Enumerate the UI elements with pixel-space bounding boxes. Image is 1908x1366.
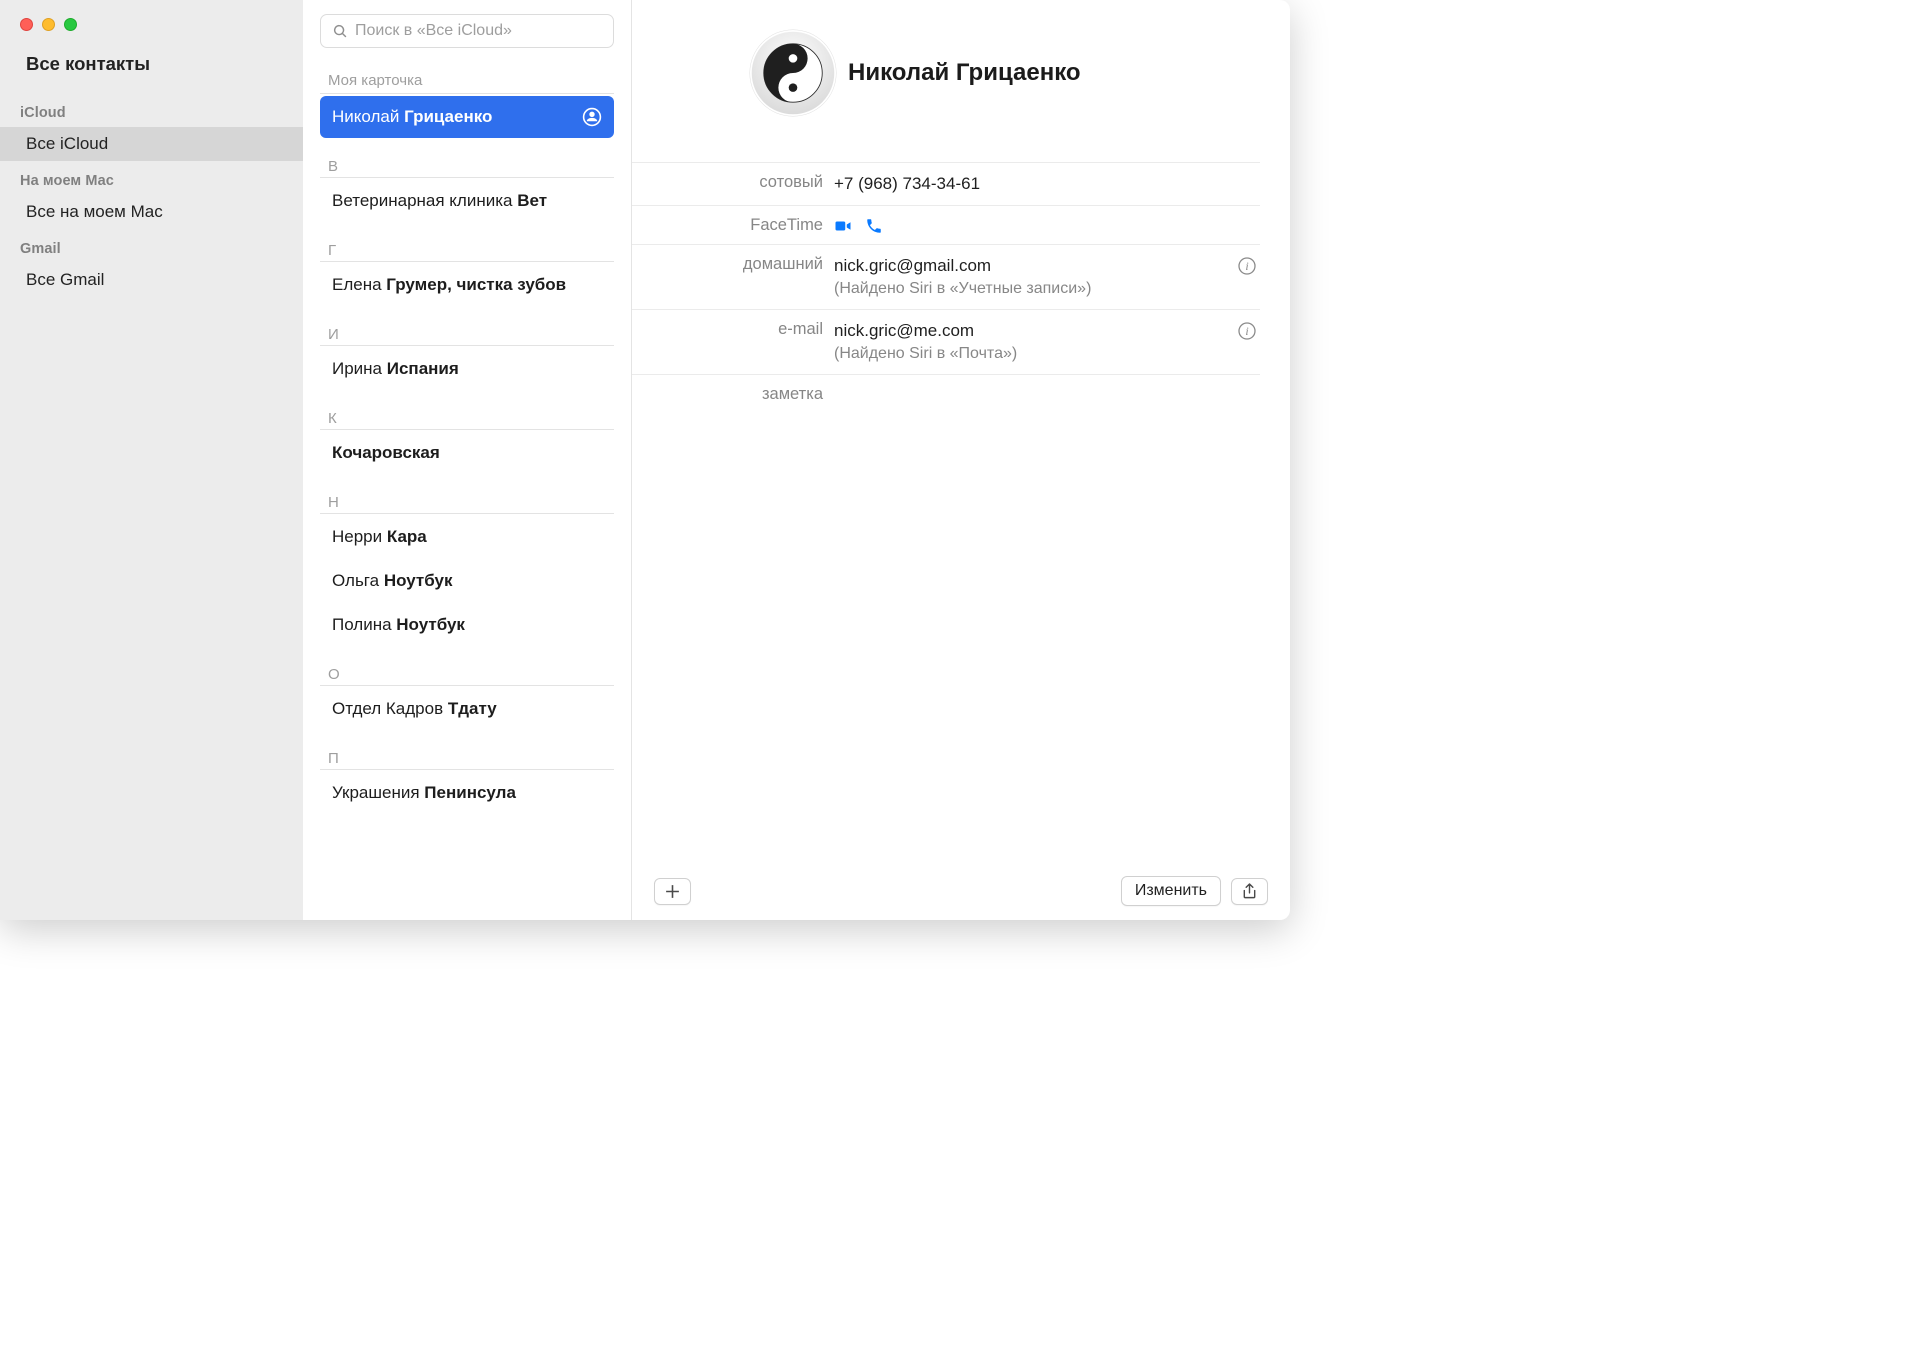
sidebar-title[interactable]: Все контакты	[0, 53, 303, 93]
svg-text:i: i	[1245, 324, 1248, 338]
contact-row[interactable]: Елена Грумер, чистка зубов	[320, 264, 614, 306]
sidebar-group-header-onmymac: На моем Mac	[0, 161, 303, 195]
field-email: e-mail nick.gric@me.com (Найдено Siri в …	[632, 309, 1260, 374]
edit-button[interactable]: Изменить	[1121, 876, 1221, 906]
contact-name: Николай Грицаенко	[848, 59, 1081, 87]
contact-list[interactable]: Моя карточка Николай Грицаенко В Ветерин…	[303, 62, 631, 920]
bottom-toolbar: Изменить	[632, 862, 1290, 920]
me-indicator-icon	[582, 107, 602, 127]
contact-header: Николай Грицаенко	[632, 0, 1290, 162]
field-value-source: (Найдено Siri в «Учетные записи»)	[834, 278, 1238, 300]
info-button[interactable]: i	[1238, 254, 1260, 275]
minimize-window-button[interactable]	[42, 18, 55, 31]
field-label: FaceTime	[632, 215, 834, 235]
contact-detail-pane: Николай Грицаенко сотовый +7 (968) 734-3…	[632, 0, 1290, 920]
search-field[interactable]	[320, 14, 614, 48]
contact-row[interactable]: Ветеринарная клиника Вет	[320, 180, 614, 222]
contact-row[interactable]: Кочаровская	[320, 432, 614, 474]
field-home-email: домашний nick.gric@gmail.com (Найдено Si…	[632, 244, 1260, 309]
section-letter: В	[320, 148, 614, 178]
window-controls	[0, 18, 303, 53]
field-value-phone[interactable]: +7 (968) 734-34-61	[834, 172, 1238, 196]
section-letter: К	[320, 400, 614, 430]
share-button[interactable]	[1231, 878, 1268, 905]
close-window-button[interactable]	[20, 18, 33, 31]
field-facetime: FaceTime	[632, 205, 1260, 244]
field-note: заметка	[632, 374, 1260, 413]
sidebar-group-header-gmail: Gmail	[0, 229, 303, 263]
field-label: e-mail	[632, 319, 834, 339]
sidebar-item-all-gmail[interactable]: Все Gmail	[0, 263, 303, 297]
field-value-email[interactable]: nick.gric@gmail.com	[834, 254, 1238, 278]
facetime-audio-icon[interactable]	[865, 217, 883, 235]
section-letter: О	[320, 656, 614, 686]
section-letter: П	[320, 740, 614, 770]
search-input[interactable]	[355, 22, 601, 40]
avatar[interactable]	[750, 30, 836, 116]
field-label: сотовый	[632, 172, 834, 192]
contact-row[interactable]: Украшения Пенинсула	[320, 772, 614, 814]
section-letter: Н	[320, 484, 614, 514]
field-label: заметка	[632, 384, 834, 404]
contact-row[interactable]: Отдел Кадров Тдату	[320, 688, 614, 730]
contact-row[interactable]: Полина Ноутбук	[320, 604, 614, 646]
sidebar-item-all-onmymac[interactable]: Все на моем Mac	[0, 195, 303, 229]
svg-text:i: i	[1245, 259, 1248, 273]
contact-row[interactable]: Ольга Ноутбук	[320, 560, 614, 602]
sidebar: Все контакты iCloud Все iCloud На моем M…	[0, 0, 303, 920]
facetime-video-icon[interactable]	[834, 217, 852, 235]
field-mobile: сотовый +7 (968) 734-34-61	[632, 162, 1260, 205]
contact-fields: сотовый +7 (968) 734-34-61 FaceTime дома…	[632, 162, 1290, 413]
field-value-email[interactable]: nick.gric@me.com	[834, 319, 1238, 343]
contact-row[interactable]: Нерри Кара	[320, 516, 614, 558]
section-letter: Г	[320, 232, 614, 262]
share-icon	[1241, 883, 1258, 900]
contact-row[interactable]: Ирина Испания	[320, 348, 614, 390]
add-contact-button[interactable]	[654, 878, 691, 905]
plus-icon	[664, 883, 681, 900]
contact-list-pane: Моя карточка Николай Грицаенко В Ветерин…	[303, 0, 632, 920]
fullscreen-window-button[interactable]	[64, 18, 77, 31]
sidebar-group-header-icloud: iCloud	[0, 93, 303, 127]
section-letter: И	[320, 316, 614, 346]
field-label: домашний	[632, 254, 834, 274]
my-card-header: Моя карточка	[320, 62, 614, 94]
sidebar-item-all-icloud[interactable]: Все iCloud	[0, 127, 303, 161]
info-button[interactable]: i	[1238, 319, 1260, 340]
contact-row-me[interactable]: Николай Грицаенко	[320, 96, 614, 138]
field-value-source: (Найдено Siri в «Почта»)	[834, 343, 1238, 365]
search-icon	[333, 24, 348, 39]
